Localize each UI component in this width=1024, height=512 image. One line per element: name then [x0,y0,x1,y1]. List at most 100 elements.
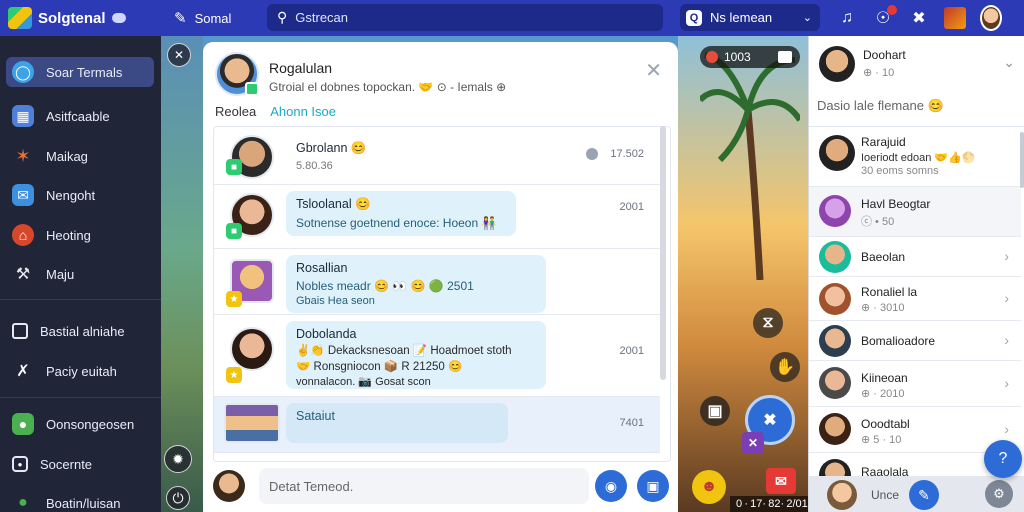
brand[interactable]: Solgtenal [0,0,160,36]
new-message-button[interactable]: ✎ [909,480,939,510]
avatar [819,195,851,227]
game-icon: ● [12,413,34,435]
contact-meta: ⊕ · 3010 [861,302,905,314]
avatar [819,135,855,171]
contact-item[interactable]: Kiineoan ⊕ · 2010 › [809,361,1021,407]
search-bar[interactable]: ⚲ [267,4,663,31]
message: Rosallian Nobles meadr 😊 👀 😊 🟢 2501 Gbai… [286,255,546,313]
image-icon [944,7,966,29]
tools-icon: ✗ [16,363,30,380]
message-input[interactable] [259,468,589,504]
brand-logo-icon [8,7,32,29]
sidebar-item-5[interactable]: ⚒ Maju [6,259,154,289]
sidebar-item-0[interactable]: ◯ Soar Termals [6,57,154,87]
scene-action-button[interactable]: ⧖ [753,308,783,338]
group-badge-icon: ■ [226,159,242,175]
profile-header[interactable]: Doohart ⊕ · 10 ⌄ [809,36,1024,90]
tab-1[interactable]: Ahonn Isoe [270,104,336,119]
sidebar-item-3[interactable]: ✉ Nengoht [6,180,154,210]
chat-scrollbar[interactable] [660,126,666,380]
contact-item[interactable]: Rarajuid Ioeriodt edoan 🤝👍🌕 30 eoms somn… [809,127,1021,187]
square-icon [12,323,28,339]
star-badge-icon: ★ [226,291,242,307]
sidebar-item-10[interactable]: ● Boatin/luisan [6,488,154,512]
sidebar-item-4[interactable]: ⌂ Heoting [6,220,154,250]
message-text: vonnalacon. 📷 Gosat scon [296,376,431,388]
contacts-scrollbar[interactable] [1020,132,1024,188]
sidebar-item-label: Soar Termals [46,64,123,80]
contact-name: Kiineoan [861,371,908,385]
settings-button[interactable]: ⚙ [985,480,1013,508]
message-title: Dobolanda [296,327,357,341]
gallery-button[interactable] [944,7,966,29]
star-icon: ✶ [15,145,31,166]
list-item[interactable]: ■ Tsloolanal 😊 Sotnense goetnend enoce: … [214,185,660,249]
emoji-button[interactable]: ☻ [692,470,726,504]
sidebar-item-1[interactable]: ▦ Asitfcaable [6,101,154,131]
right-footer: Unce ✎ ⚙ [809,476,1024,512]
palm-tree-illustration [700,52,800,280]
compass-button[interactable]: ✹ [164,445,192,473]
workspace-select-value: Ns lemean [710,10,773,25]
avatar [224,403,280,443]
scene-action-button[interactable]: ✋ [770,352,800,382]
sidebar-item-9[interactable]: ● Socernte [6,449,154,479]
close-icon[interactable]: ✕ [645,58,662,83]
chevron-right-icon: › [1004,290,1009,306]
workspace-select[interactable]: Q Ns lemean ⌄ [680,4,820,31]
left-sidebar: ◯ Soar Termals ▦ Asitfcaable ✶ Maikag ✉ … [0,36,161,512]
sidebar-item-7[interactable]: ✗ Paciy euitah [6,356,154,386]
nav-social-button[interactable]: ✎ Somal [174,9,264,27]
sidebar-item-8[interactable]: ● Oonsongeosen [6,409,154,439]
mail-icon: ✉ [775,472,787,489]
message-time: 2001 [619,345,644,357]
sidebar-item-label: Socernte [40,456,93,472]
attach-button[interactable]: ▣ [637,470,669,502]
list-item[interactable]: ★ Rosallian Nobles meadr 😊 👀 😊 🟢 2501 Gb… [214,249,660,315]
avatar [213,470,245,502]
tools-button[interactable]: ✖ [908,7,930,29]
footer-label: Unce [871,488,900,502]
people-icon: ● [18,494,28,511]
secondary-action-button[interactable]: ✕ [742,432,764,454]
list-item[interactable]: ■ Gbrolann 😊 5.80.36 17.502 [214,127,660,185]
power-icon: ⏻ [172,489,184,506]
chat-title: Rogalulan [269,60,333,76]
scene-action-button[interactable]: ▣ [700,396,730,426]
brand-name: Solgtenal [38,9,106,27]
chat-panel: Rogalulan Gtroial el dobnes topockan. 🤝 … [203,42,678,512]
avatar[interactable] [215,52,259,96]
profile-name: Doohart [863,48,906,62]
contact-item[interactable]: Bomalioadore › [809,321,1021,361]
sidebar-item-6[interactable]: Bastial alniahe [6,316,154,346]
contact-name: Ronaliel la [861,285,918,299]
help-chat-icon: ? [998,450,1008,467]
camera-button[interactable]: ◉ [595,470,627,502]
tab-0[interactable]: Reolea [215,104,256,119]
time-label: 17.502 [610,148,644,160]
contacts-search-label[interactable]: Dasio lale flemane 😊 [817,98,944,114]
chevron-right-icon: › [1004,375,1009,391]
contact-item[interactable]: Ronaliel la ⊕ · 3010 › [809,277,1021,321]
notifications-button[interactable]: ♫ [836,7,858,29]
message-time: 7401 [619,417,644,429]
chevron-down-icon[interactable]: ⌄ [1003,54,1015,71]
sidebar-item-2[interactable]: ✶ Maikag [6,141,154,171]
contact-name: Rarajuid [861,135,906,149]
help-button[interactable]: ? [984,440,1022,478]
mail-button[interactable]: ✉ [766,468,796,494]
list-item[interactable]: ★ Dobolanda ✌👏 Dekacksnesoan 📝 Hoadmoet … [214,315,660,397]
power-button[interactable]: ⏻ [166,486,190,510]
avatar [819,283,851,315]
messages-button[interactable]: ☉ [872,5,897,29]
chat-icon: ◯ [12,61,34,83]
contact-item[interactable]: Baeolan › [809,237,1021,277]
sidebar-item-label: Bastial alniahe [40,323,125,339]
collapse-button[interactable]: ✕ [167,43,191,67]
score-counter: 1003 [700,46,800,68]
list-item-selected[interactable]: Sataiut 7401 [214,397,660,453]
search-input[interactable] [295,10,636,25]
contact-item[interactable]: Havl Beogtar ⓒ • 50 [809,187,1021,237]
profile-avatar-button[interactable] [980,5,1002,31]
contact-name: Ooodtabl [861,417,910,431]
